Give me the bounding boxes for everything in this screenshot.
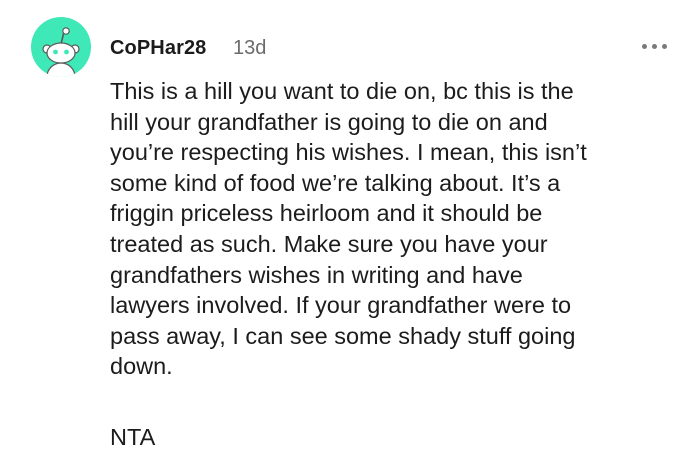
comment-body-line: down. [110,353,173,380]
comment-body-line: This is a hill you want to die on, bc th… [110,78,574,104]
more-dot [652,44,657,49]
reddit-snoo-icon [42,27,80,77]
avatar[interactable] [31,17,91,77]
comment-body-line: pass away, I can see some shady stuff go… [110,322,576,349]
comment-body-line: some kind of food we’re talking about. I… [110,169,561,196]
comment-age: 13d [233,37,267,59]
comment-body-line: you’re respecting his wishes. I mean, th… [110,139,587,166]
comment-body-line: hill your grandfather is going to die on… [110,108,548,135]
comment-body-line: friggin priceless heirloom and it should… [110,200,543,227]
more-dot [642,44,647,49]
comment-body-line: treated as such. Make sure you have your [110,230,548,257]
comment-verdict: NTA [110,424,156,450]
comment-body: This is a hill you want to die on, bc th… [110,76,670,382]
comment-author[interactable]: CoPHar28 [110,37,206,60]
comment: CoPHar28 13d This is a hill you want to … [0,0,700,467]
more-dot [662,44,667,49]
more-options-icon[interactable] [640,32,670,58]
comment-body-line: grandfathers wishes in writing and have [110,261,523,288]
comment-body-line: lawyers involved. If your grandfather we… [110,292,572,319]
